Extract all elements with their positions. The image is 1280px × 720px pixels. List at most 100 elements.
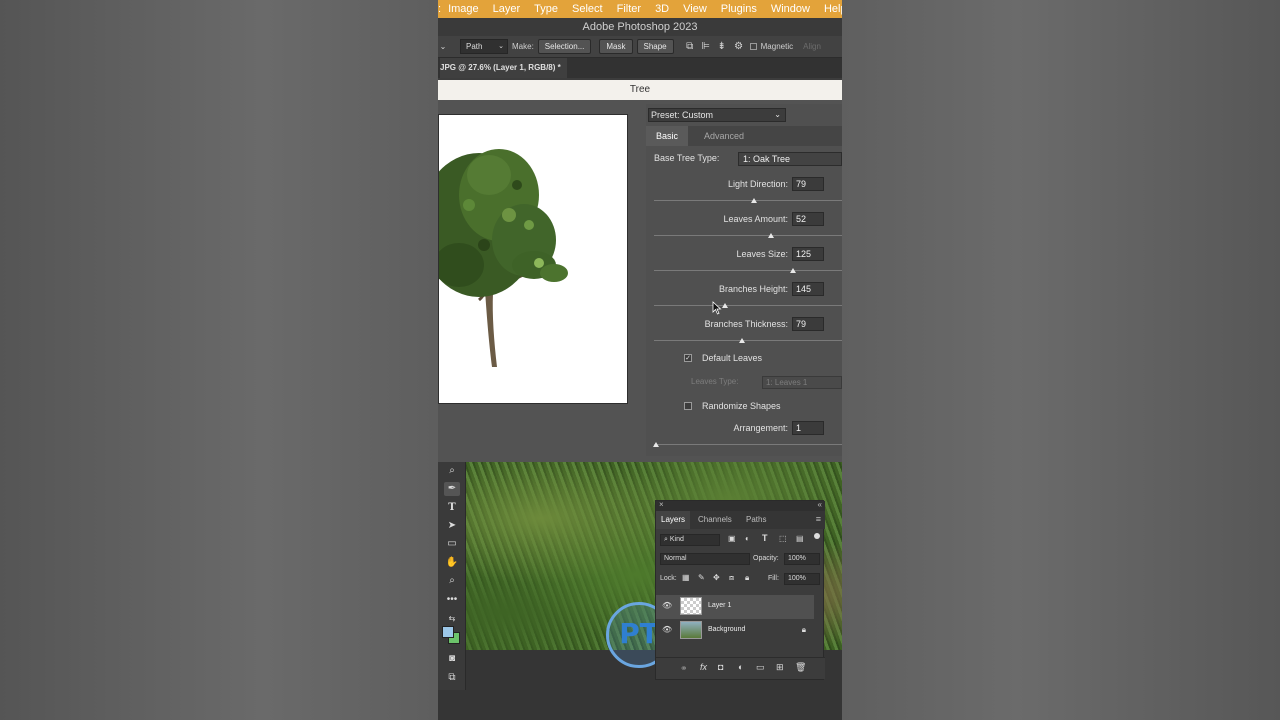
leaves-type-value: 1: Leaves 1 — [766, 378, 808, 387]
tab-channels[interactable]: Channels — [698, 511, 732, 529]
lock-position-icon[interactable]: ✥ — [713, 573, 720, 582]
leaves-size-slider[interactable] — [654, 270, 842, 271]
close-icon[interactable]: × — [659, 500, 664, 509]
menu-plugins[interactable]: Plugins — [714, 3, 764, 15]
lock-transparent-icon[interactable]: ▦ — [682, 573, 690, 582]
light-direction-slider[interactable] — [654, 200, 842, 201]
blend-mode-select[interactable]: Normal — [660, 553, 750, 565]
arrangement-slider-thumb[interactable] — [652, 442, 659, 447]
filter-shape-icon[interactable]: ⬚ — [779, 534, 787, 543]
chevron-down-icon: ⌄ — [774, 110, 781, 119]
magnetic-checkbox[interactable] — [749, 43, 757, 50]
magnetic-label: Magnetic — [760, 42, 794, 51]
add-mask-icon[interactable]: ◘ — [718, 662, 723, 672]
randomize-shapes-checkbox[interactable] — [684, 402, 692, 410]
pen-tool-icon[interactable]: ✒ — [444, 482, 460, 496]
leaves-size-input[interactable]: 125 — [792, 247, 824, 261]
layer-row-background[interactable]: 👁︎ Background 🔒︎ — [656, 619, 814, 643]
lock-all-icon[interactable]: 🔒︎ — [745, 573, 749, 583]
adjustment-layer-icon[interactable]: ◐ — [738, 662, 743, 672]
menu-window[interactable]: Window — [764, 3, 817, 15]
type-tool-icon[interactable]: T — [444, 501, 460, 515]
menu-view[interactable]: View — [676, 3, 714, 15]
menu-3d[interactable]: 3D — [648, 3, 676, 15]
branches-height-slider[interactable] — [654, 305, 842, 306]
filter-pixel-icon[interactable]: ▣ — [728, 534, 736, 543]
opacity-input[interactable]: 100% — [784, 553, 820, 565]
screen-mode-icon[interactable]: ⧉ — [444, 671, 460, 685]
menu-filter[interactable]: Filter — [610, 3, 648, 15]
menu-select[interactable]: Select — [565, 3, 610, 15]
document-tab[interactable]: JPG @ 27.6% (Layer 1, RGB/8) * — [440, 58, 567, 78]
make-mask-button[interactable]: Mask — [599, 39, 633, 54]
path-operations-icon[interactable]: ⧉ — [682, 41, 698, 52]
foreground-color-swatch[interactable] — [442, 626, 454, 638]
fx-icon[interactable]: fx — [700, 662, 707, 672]
light-direction-input[interactable]: 79 — [792, 177, 824, 191]
layer-filter-select[interactable]: ⌕ Kind — [660, 534, 720, 546]
menu-help[interactable]: Help — [817, 3, 842, 15]
layer-row-layer-1[interactable]: 👁︎ Layer 1 — [656, 595, 814, 619]
arrangement-input[interactable]: 1 — [792, 421, 824, 435]
quick-mask-icon[interactable]: ◙ — [444, 652, 460, 666]
menu-image[interactable]: Image — [441, 3, 486, 15]
more-tools-icon[interactable]: ••• — [444, 593, 460, 607]
gear-icon[interactable]: ⚙ — [730, 41, 748, 52]
panel-menu-icon[interactable]: ≡ — [816, 514, 821, 524]
document-tab-bar: JPG @ 27.6% (Layer 1, RGB/8) * — [438, 58, 842, 78]
tab-advanced[interactable]: Advanced — [694, 126, 754, 146]
randomize-shapes-label: Randomize Shapes — [702, 401, 781, 411]
chevron-down-icon[interactable]: ⌄ — [438, 42, 448, 51]
pen-mode-select[interactable]: Path ⌄ — [460, 39, 508, 54]
filter-type-icon[interactable]: T — [762, 533, 768, 543]
layer-name: Layer 1 — [708, 602, 732, 609]
default-leaves-checkbox[interactable]: ✓ — [684, 354, 692, 362]
path-arrangement-icon[interactable]: ⇟ — [714, 41, 730, 52]
preset-select[interactable]: Preset: Custom ⌄ — [648, 108, 786, 122]
branches-thickness-input[interactable]: 79 — [792, 317, 824, 331]
new-layer-icon[interactable]: ⊞ — [776, 662, 784, 673]
eye-icon[interactable]: 👁︎ — [662, 601, 672, 610]
rectangle-tool-icon[interactable]: ▭ — [444, 537, 460, 551]
branches-height-slider-thumb[interactable] — [722, 303, 729, 308]
menu-layer[interactable]: Layer — [486, 3, 528, 15]
path-alignment-icon[interactable]: ⊫ — [698, 41, 714, 52]
fill-input[interactable]: 100% — [784, 573, 820, 585]
magnifier-icon[interactable]: ⌕ — [444, 464, 460, 478]
fill-value: 100% — [788, 575, 806, 582]
tools-panel: ⌕ ✒ T ➤ ▭ ✋ ⌕ ••• ⇆ ◙ ⧉ — [438, 462, 466, 690]
trash-icon[interactable]: 🗑︎ — [795, 662, 806, 673]
lock-image-icon[interactable]: ✎ — [698, 573, 705, 582]
link-layers-icon[interactable]: ⚭ — [680, 663, 688, 674]
new-group-icon[interactable]: ▭ — [756, 662, 765, 673]
leaves-type-select[interactable]: 1: Leaves 1 — [762, 376, 842, 389]
tab-basic[interactable]: Basic — [646, 126, 688, 146]
leaves-amount-input[interactable]: 52 — [792, 212, 824, 226]
light-direction-slider-thumb[interactable] — [750, 198, 757, 203]
lock-artboard-icon[interactable]: ⧈ — [729, 573, 734, 583]
zoom-tool-icon[interactable]: ⌕ — [444, 574, 460, 588]
swap-colors-icon[interactable]: ⇆ — [444, 612, 460, 626]
leaves-amount-slider-thumb[interactable] — [767, 233, 774, 238]
arrangement-slider[interactable] — [654, 444, 842, 445]
make-selection-button[interactable]: Selection... — [537, 39, 592, 54]
leaves-amount-slider[interactable] — [654, 235, 842, 236]
tab-paths[interactable]: Paths — [746, 511, 766, 529]
make-shape-button[interactable]: Shape — [636, 39, 674, 54]
eye-icon[interactable]: 👁︎ — [662, 625, 672, 634]
leaves-size-label: Leaves Size: — [736, 249, 788, 259]
filter-adjustment-icon[interactable]: ◐ — [745, 534, 750, 543]
hand-tool-icon[interactable]: ✋ — [444, 556, 460, 570]
branches-thickness-slider-thumb[interactable] — [739, 338, 746, 343]
branches-thickness-slider[interactable] — [654, 340, 842, 341]
search-icon: ⌕ — [664, 536, 668, 543]
menu-type[interactable]: Type — [527, 3, 565, 15]
branches-height-input[interactable]: 145 — [792, 282, 824, 296]
filter-smart-object-icon[interactable]: ▤ — [796, 534, 804, 543]
collapse-icon[interactable]: « — [818, 500, 822, 509]
filter-toggle-icon[interactable] — [814, 533, 820, 539]
base-tree-type-select[interactable]: 1: Oak Tree — [738, 152, 842, 166]
path-selection-icon[interactable]: ➤ — [444, 519, 460, 533]
tab-layers[interactable]: Layers — [656, 511, 691, 529]
leaves-size-slider-thumb[interactable] — [790, 268, 797, 273]
